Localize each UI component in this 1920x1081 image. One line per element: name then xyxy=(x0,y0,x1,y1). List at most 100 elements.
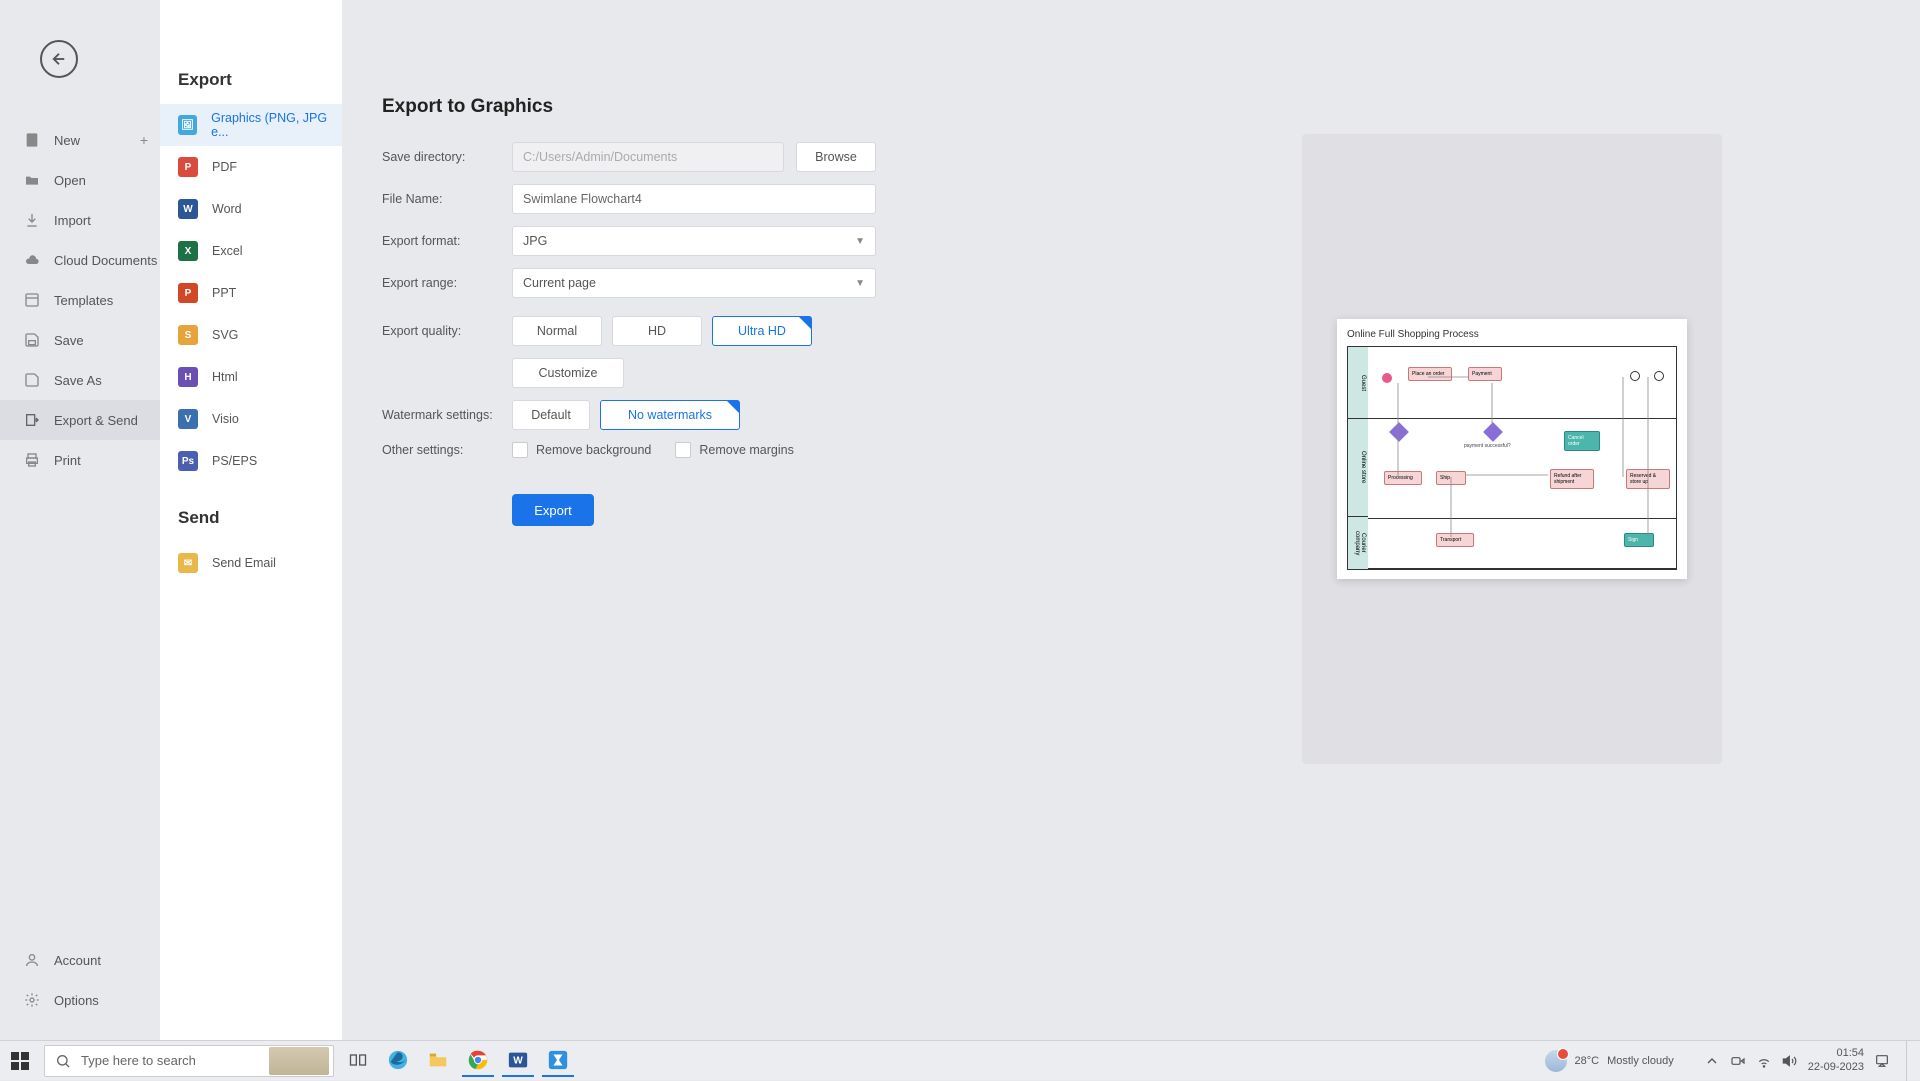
flow-box: Refund after shipment xyxy=(1550,469,1594,489)
rail-export-send[interactable]: Export & Send xyxy=(0,400,160,440)
label-watermark: Watermark settings: xyxy=(382,408,512,422)
tray-chevron-icon[interactable] xyxy=(1704,1053,1720,1069)
rail-label: New xyxy=(54,133,80,148)
rail-label: Account xyxy=(54,953,101,968)
rail-label: Open xyxy=(54,173,86,188)
format-value: JPG xyxy=(523,234,547,248)
rail-options[interactable]: Options xyxy=(0,980,160,1020)
lane-label: Guest xyxy=(1348,347,1368,419)
rail-new[interactable]: New + xyxy=(0,120,160,160)
exp-ps[interactable]: PsPS/EPS xyxy=(160,440,342,482)
exp-excel[interactable]: XExcel xyxy=(160,230,342,272)
flow-box: Reserved & store up xyxy=(1626,469,1670,489)
word-icon: W xyxy=(178,199,198,219)
chrome-icon[interactable] xyxy=(462,1045,494,1077)
export-button[interactable]: Export xyxy=(512,494,594,526)
taskbar: Type here to search W 28°C Mostly cloudy… xyxy=(0,1040,1920,1080)
flow-text: payment successful? xyxy=(1464,443,1511,449)
chevron-down-icon: ▼ xyxy=(855,236,865,247)
ppt-icon: P xyxy=(178,283,198,303)
exp-label: Graphics (PNG, JPG e... xyxy=(211,111,342,139)
chk-remove-bg[interactable]: Remove background xyxy=(512,442,651,458)
label-other: Other settings: xyxy=(382,443,512,457)
checkbox-icon xyxy=(675,442,691,458)
task-view-icon[interactable] xyxy=(342,1045,374,1077)
wifi-icon[interactable] xyxy=(1756,1053,1772,1069)
rail-templates[interactable]: Templates xyxy=(0,280,160,320)
explorer-icon[interactable] xyxy=(422,1045,454,1077)
rail-label: Export & Send xyxy=(54,413,138,428)
rail-save[interactable]: Save xyxy=(0,320,160,360)
show-desktop[interactable] xyxy=(1906,1041,1912,1081)
flow-box: Processing xyxy=(1384,471,1422,485)
plus-icon[interactable]: + xyxy=(140,132,148,148)
end-node xyxy=(1654,371,1664,381)
search-input[interactable]: Type here to search xyxy=(44,1045,334,1077)
word-icon[interactable]: W xyxy=(502,1045,534,1077)
exp-ppt[interactable]: P PPT xyxy=(160,272,342,314)
exp-html[interactable]: HHtml xyxy=(160,356,342,398)
format-select[interactable]: JPG ▼ xyxy=(512,226,876,256)
exp-pdf[interactable]: PPDF xyxy=(160,146,342,188)
pdf-icon: P xyxy=(178,157,198,177)
search-placeholder: Type here to search xyxy=(81,1053,196,1068)
rail-import[interactable]: Import xyxy=(0,200,160,240)
decision-node xyxy=(1483,422,1503,442)
weather-temp: 28°C xyxy=(1575,1055,1600,1067)
export-heading: Export xyxy=(160,70,342,104)
exp-label: Send Email xyxy=(212,556,276,570)
quality-customize[interactable]: Customize xyxy=(512,358,624,388)
exp-label: PPT xyxy=(212,286,236,300)
edge-icon[interactable] xyxy=(382,1045,414,1077)
meet-now-icon[interactable] xyxy=(1730,1053,1746,1069)
exp-visio[interactable]: VVisio xyxy=(160,398,342,440)
exp-label: Excel xyxy=(212,244,243,258)
label-quality: Export quality: xyxy=(382,324,512,338)
flow-box: Ship xyxy=(1436,471,1466,485)
lane-label: Courier company xyxy=(1348,517,1368,569)
quality-ultra-hd[interactable]: Ultra HD xyxy=(712,316,812,346)
exp-send-email[interactable]: ✉Send Email xyxy=(160,542,342,584)
quality-hd[interactable]: HD xyxy=(612,316,702,346)
range-value: Current page xyxy=(523,276,596,290)
page-title: Export to Graphics xyxy=(382,96,1880,118)
swimlane-diagram: Guest Online store Courier company Place… xyxy=(1347,346,1677,570)
rail-cloud[interactable]: Cloud Documents xyxy=(0,240,160,280)
exp-label: SVG xyxy=(212,328,238,342)
clock[interactable]: 01:54 22-09-2023 xyxy=(1808,1047,1864,1073)
file-name-input[interactable] xyxy=(512,184,876,214)
chk-remove-margins[interactable]: Remove margins xyxy=(675,442,793,458)
rail-open[interactable]: Open xyxy=(0,160,160,200)
start-node xyxy=(1382,373,1392,383)
watermark-none[interactable]: No watermarks xyxy=(600,400,740,430)
label-format: Export format: xyxy=(382,234,512,248)
rail-label: Templates xyxy=(54,293,113,308)
exp-svg[interactable]: S SVG xyxy=(160,314,342,356)
rail-label: Save xyxy=(54,333,84,348)
edrawmax-icon[interactable] xyxy=(542,1045,574,1077)
svg-icon: S xyxy=(178,325,198,345)
rail-print[interactable]: Print xyxy=(0,440,160,480)
notifications-icon[interactable] xyxy=(1874,1053,1890,1069)
label-save-dir: Save directory: xyxy=(382,150,512,164)
save-dir-input[interactable] xyxy=(512,142,784,172)
exp-label: Html xyxy=(212,370,238,384)
search-icon xyxy=(55,1053,71,1069)
range-select[interactable]: Current page▼ xyxy=(512,268,876,298)
weather-widget[interactable]: 28°C Mostly cloudy xyxy=(1545,1050,1674,1072)
search-highlight-image xyxy=(269,1047,329,1075)
rail-account[interactable]: Account xyxy=(0,940,160,980)
back-button[interactable] xyxy=(40,40,78,78)
exp-graphics[interactable]: 🖼Graphics (PNG, JPG e... xyxy=(160,104,342,146)
exp-word[interactable]: WWord xyxy=(160,188,342,230)
watermark-default[interactable]: Default xyxy=(512,400,590,430)
rail-save-as[interactable]: Save As xyxy=(0,360,160,400)
rail-label: Import xyxy=(54,213,91,228)
send-heading: Send xyxy=(160,482,342,542)
flow-box: Cancel order xyxy=(1564,431,1600,451)
volume-icon[interactable] xyxy=(1782,1053,1798,1069)
quality-normal[interactable]: Normal xyxy=(512,316,602,346)
start-button[interactable] xyxy=(0,1041,40,1081)
browse-button[interactable]: Browse xyxy=(796,142,876,172)
label-file-name: File Name: xyxy=(382,192,512,206)
